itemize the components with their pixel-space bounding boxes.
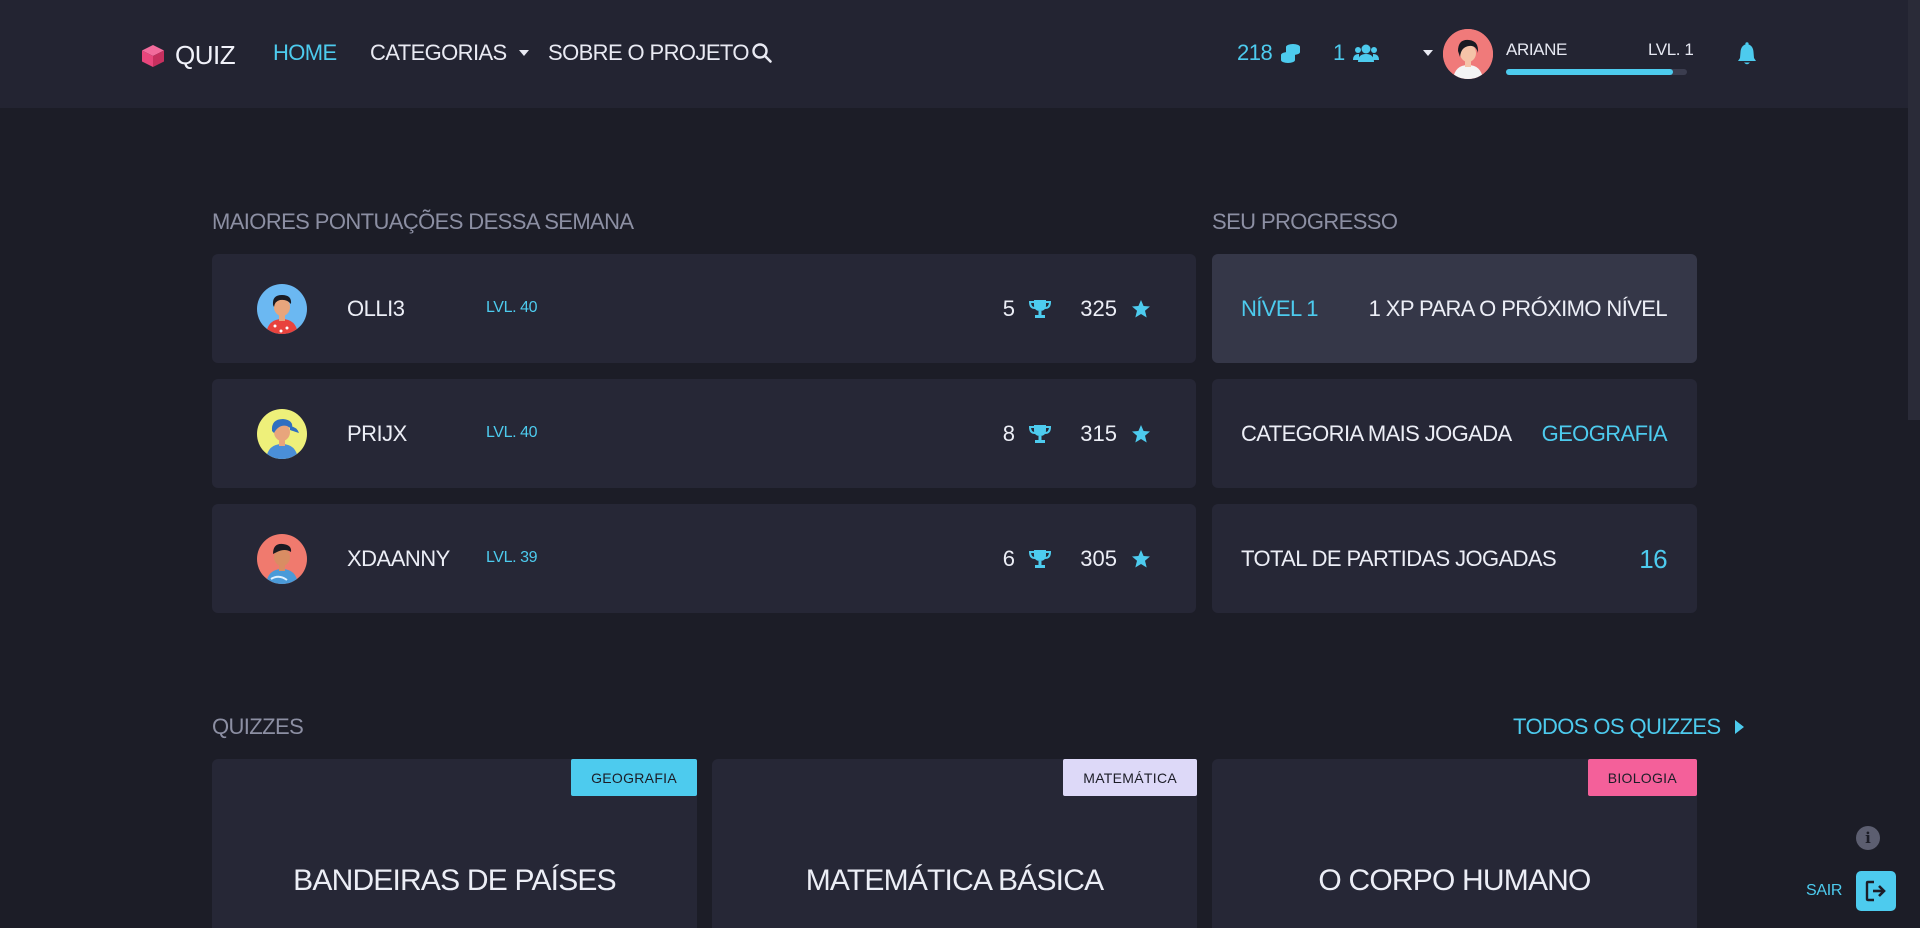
player-points: 315 xyxy=(1080,421,1151,447)
quiz-card[interactable]: MATEMÁTICA MATEMÁTICA BÁSICA xyxy=(712,759,1197,928)
points-value: 325 xyxy=(1080,296,1117,321)
nav-about[interactable]: SOBRE O PROJETO xyxy=(548,40,749,66)
bell-icon[interactable] xyxy=(1736,42,1758,66)
most-played-card: CATEGORIA MAIS JOGADA GEOGRAFIA xyxy=(1212,379,1697,488)
progress-title: SEU PROGRESSO xyxy=(1212,209,1398,234)
next-level-text: 1 XP PARA O PRÓXIMO NÍVEL xyxy=(1368,296,1668,321)
all-quizzes-link[interactable]: TODOS OS QUIZZES xyxy=(1513,714,1744,740)
arrow-right-icon xyxy=(1734,720,1744,734)
coins-counter[interactable]: 218 xyxy=(1237,40,1302,66)
player-name: PRIJX xyxy=(347,421,407,446)
category-badge: MATEMÁTICA xyxy=(1063,759,1197,796)
quiz-card[interactable]: BIOLOGIA O CORPO HUMANO xyxy=(1212,759,1697,928)
all-quizzes-label[interactable]: TODOS OS QUIZZES xyxy=(1513,714,1721,740)
star-icon xyxy=(1132,550,1150,568)
total-games-value: 16 xyxy=(1639,544,1667,574)
nav-home[interactable]: HOME xyxy=(273,40,337,66)
player-trophies: 5 xyxy=(1003,296,1051,322)
trophies-value: 8 xyxy=(1002,421,1015,446)
player-level: LVL. 40 xyxy=(486,424,538,441)
player-trophies: 6 xyxy=(1003,546,1051,572)
quiz-card[interactable]: GEOGRAFIA BANDEIRAS DE PAÍSES xyxy=(212,759,697,928)
user-avatar[interactable] xyxy=(1443,29,1493,79)
notifications-button[interactable] xyxy=(1736,42,1758,71)
player-trophies: 8 xyxy=(1003,421,1051,447)
player-avatar xyxy=(257,284,307,334)
progress-level-card: NÍVEL 1 1 XP PARA O PRÓXIMO NÍVEL xyxy=(1212,254,1697,363)
player-avatar-icon xyxy=(257,409,307,459)
level-label: NÍVEL 1 xyxy=(1241,296,1319,321)
coins-icon xyxy=(1281,44,1301,63)
player-avatar-icon xyxy=(257,284,307,334)
leaderboard-row[interactable]: XDAANNY LVL. 39 6 305 xyxy=(212,504,1196,613)
trophies-value: 5 xyxy=(1002,296,1015,321)
quiz-title: BANDEIRAS DE PAÍSES xyxy=(293,864,616,897)
most-played-value: GEOGRAFIA xyxy=(1541,421,1668,446)
quiz-title: O CORPO HUMANO xyxy=(1318,864,1591,897)
player-level: LVL. 40 xyxy=(486,299,538,316)
user-name: ARIANE xyxy=(1506,40,1567,59)
points-value: 315 xyxy=(1080,421,1117,446)
nav-categories[interactable]: CATEGORIAS xyxy=(370,40,529,66)
player-points: 305 xyxy=(1080,546,1151,572)
player-name: OLLI3 xyxy=(347,296,405,321)
logo[interactable]: QUIZ xyxy=(141,40,236,71)
quiz-title: MATEMÁTICA BÁSICA xyxy=(805,864,1104,897)
total-games-label: TOTAL DE PARTIDAS JOGADAS xyxy=(1241,546,1557,571)
player-level: LVL. 39 xyxy=(486,549,538,566)
search-icon[interactable] xyxy=(751,42,773,64)
trophies-value: 6 xyxy=(1002,546,1015,571)
quizzes-title: QUIZZES xyxy=(212,714,304,739)
points-value: 305 xyxy=(1080,546,1117,571)
coins-value: 218 xyxy=(1237,40,1273,65)
cube-logo-icon xyxy=(142,44,164,67)
most-played-label: CATEGORIA MAIS JOGADA xyxy=(1241,421,1512,446)
logo-text: QUIZ xyxy=(175,40,236,70)
info-icon[interactable]: i xyxy=(1856,826,1880,850)
logout-button[interactable]: SAIR xyxy=(1806,871,1897,911)
scrollbar[interactable] xyxy=(1908,0,1920,420)
top-navbar: QUIZ HOME CATEGORIAS SOBRE O PROJETO 218… xyxy=(0,0,1920,108)
nav-home-label[interactable]: HOME xyxy=(273,40,337,66)
category-badge: BIOLOGIA xyxy=(1587,759,1697,796)
leaderboard-row[interactable]: PRIJX LVL. 40 8 315 xyxy=(212,379,1196,488)
search-button[interactable] xyxy=(751,42,773,64)
trophy-icon xyxy=(1029,425,1051,443)
logout-icon-button[interactable] xyxy=(1856,871,1897,911)
user-menu-caret-icon[interactable] xyxy=(1423,50,1433,56)
player-avatar-icon xyxy=(257,534,307,584)
users-icon xyxy=(1352,44,1379,62)
category-badge: GEOGRAFIA xyxy=(571,759,697,796)
leaderboard-title: MAIORES PONTUAÇÕES DESSA SEMANA xyxy=(212,209,634,234)
leaderboard-row[interactable]: OLLI3 LVL. 40 5 325 xyxy=(212,254,1196,363)
sign-out-icon xyxy=(1865,880,1886,902)
xp-progress-fill xyxy=(1506,69,1673,75)
star-icon xyxy=(1132,300,1150,318)
xp-progress-bar xyxy=(1506,69,1687,75)
total-games-card: TOTAL DE PARTIDAS JOGADAS 16 xyxy=(1212,504,1697,613)
player-points: 325 xyxy=(1080,296,1151,322)
nav-categories-label[interactable]: CATEGORIAS xyxy=(370,40,507,66)
friends-counter[interactable]: 1 xyxy=(1333,40,1379,66)
logout-label[interactable]: SAIR xyxy=(1806,882,1842,900)
user-level: LVL. 1 xyxy=(1648,40,1694,59)
player-avatar xyxy=(257,534,307,584)
caret-down-icon xyxy=(518,50,529,56)
friends-value: 1 xyxy=(1333,40,1345,65)
nav-about-label[interactable]: SOBRE O PROJETO xyxy=(548,40,749,66)
player-name: XDAANNY xyxy=(347,546,450,571)
player-avatar xyxy=(257,409,307,459)
trophy-icon xyxy=(1029,300,1051,318)
user-avatar-icon xyxy=(1443,29,1493,79)
star-icon xyxy=(1132,425,1150,443)
trophy-icon xyxy=(1029,550,1051,568)
